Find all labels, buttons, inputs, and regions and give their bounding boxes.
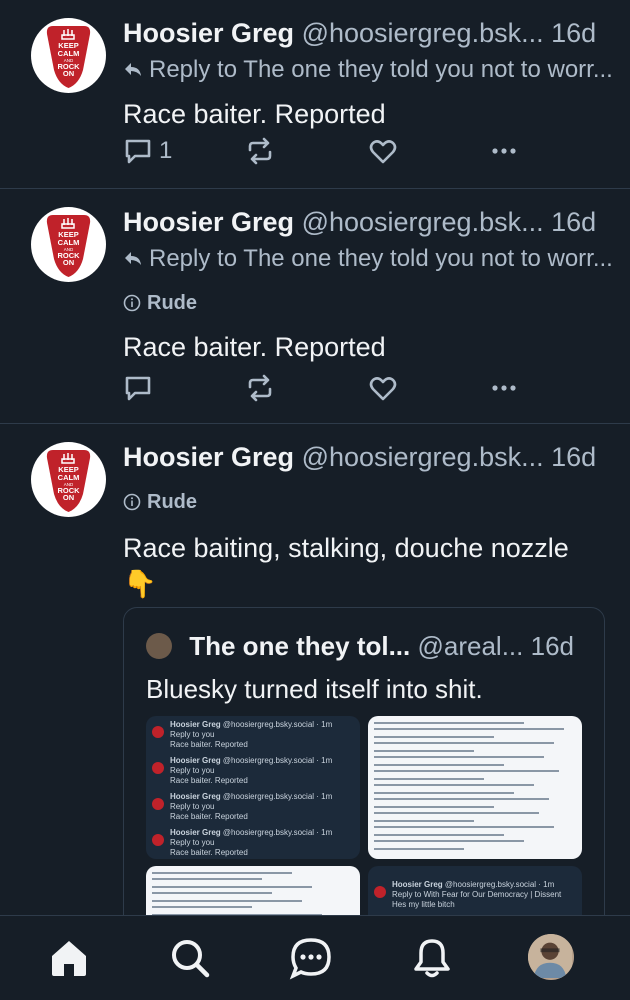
like-button[interactable] (368, 373, 398, 403)
reply-button[interactable]: 1 (123, 136, 172, 166)
svg-text:CALM: CALM (58, 473, 80, 482)
bottom-tab-bar (0, 915, 630, 1000)
svg-text:ON: ON (63, 69, 74, 78)
post-time[interactable]: 16d (551, 18, 596, 48)
search-icon (172, 940, 210, 978)
post-text: Race baiter. Reported (123, 99, 386, 129)
reply-to-line[interactable]: Reply to The one they told you not to wo… (123, 243, 616, 275)
reply-to-line[interactable]: Reply to The one they told you not to wo… (123, 54, 616, 86)
svg-text:ON: ON (63, 493, 74, 502)
tab-profile[interactable] (528, 934, 574, 980)
info-icon (123, 493, 141, 511)
reply-to-text: Reply to The one they told you not to wo… (149, 245, 613, 272)
avatar[interactable]: KEEP CALM AND ROCK ON (31, 207, 106, 282)
bell-icon (414, 939, 450, 978)
more-button[interactable] (489, 136, 519, 166)
moderation-label[interactable]: Rude (123, 488, 616, 516)
quote-author-handle[interactable]: @areal... (417, 631, 523, 661)
image-post-row: Hoosier Greg @hoosiergreg.bsky.social · … (152, 828, 354, 859)
author-handle[interactable]: @hoosiergreg.bsk... (302, 18, 544, 48)
post-1[interactable]: KEEP CALM AND ROCK ON Hoosier Greg @hoos… (0, 0, 630, 189)
post-header: Hoosier Greg @hoosiergreg.bsk... 16d (123, 440, 616, 474)
comment-icon (125, 139, 151, 164)
quoted-post[interactable]: The one they tol... @areal... 16d Bluesk… (123, 607, 605, 929)
avatar[interactable]: KEEP CALM AND ROCK ON (31, 442, 106, 517)
post-time[interactable]: 16d (551, 207, 596, 237)
repost-icon (248, 374, 272, 402)
author-name[interactable]: Hoosier Greg (123, 442, 294, 472)
moderation-label[interactable]: Rude (123, 289, 616, 317)
image-post-row: Hoosier Greg @hoosiergreg.bsky.social · … (374, 880, 576, 916)
image-post-row: Hoosier Greg @hoosiergreg.bsky.social · … (152, 756, 354, 792)
heart-icon (369, 140, 397, 164)
avatar[interactable]: KEEP CALM AND ROCK ON (31, 18, 106, 93)
quote-time[interactable]: 16d (531, 631, 574, 661)
label-text: Rude (147, 491, 197, 513)
post-header: Hoosier Greg @hoosiergreg.bsk... 16d (123, 205, 616, 239)
more-dots-icon (492, 148, 516, 154)
svg-text:CALM: CALM (58, 238, 80, 247)
author-handle[interactable]: @hoosiergreg.bsk... (302, 442, 544, 472)
keep-calm-avatar-image: KEEP CALM AND ROCK ON (46, 26, 91, 88)
text-list-screenshot (374, 722, 564, 850)
repost-button[interactable] (245, 373, 275, 403)
tab-chat[interactable] (289, 936, 333, 980)
post-time[interactable]: 16d (551, 442, 596, 472)
pointing-down-emoji: 👇 (123, 569, 157, 599)
home-icon (52, 941, 86, 976)
repost-button[interactable] (245, 136, 275, 166)
svg-text:ON: ON (63, 258, 74, 267)
author-name[interactable]: Hoosier Greg (123, 18, 294, 48)
reply-count: 1 (159, 137, 173, 164)
post-2[interactable]: KEEP CALM AND ROCK ON Hoosier Greg @hoos… (0, 189, 630, 424)
quote-image-1[interactable]: Hoosier Greg @hoosiergreg.bsky.social · … (146, 716, 360, 859)
post-header: Hoosier Greg @hoosiergreg.bsk... 16d (123, 16, 616, 50)
heart-icon (369, 377, 397, 401)
image-post-row: Hoosier Greg @hoosiergreg.bsky.social · … (152, 792, 354, 828)
post-text-body: Race baiting, stalking, douche nozzle (123, 533, 569, 563)
quote-author-name[interactable]: The one they tol... (189, 631, 410, 661)
chat-icon (289, 938, 331, 980)
tab-home[interactable] (47, 936, 91, 980)
keep-calm-avatar-image: KEEP CALM AND ROCK ON (46, 450, 91, 512)
post-text: Race baiting, stalking, douche nozzle 👇 (123, 530, 616, 602)
quote-header: The one they tol... @areal... 16d (146, 630, 584, 662)
tab-notifications[interactable] (410, 936, 454, 980)
more-button[interactable] (489, 373, 519, 403)
quote-text: Bluesky turned itself into shit. (146, 674, 483, 704)
more-dots-icon (492, 385, 516, 391)
like-button[interactable] (368, 136, 398, 166)
info-icon (123, 294, 141, 312)
reply-arrow-icon (125, 63, 141, 76)
keep-calm-avatar-image: KEEP CALM AND ROCK ON (46, 215, 91, 277)
tab-search[interactable] (168, 936, 212, 980)
label-text: Rude (147, 292, 197, 314)
quote-image-2[interactable] (368, 716, 582, 859)
quote-author-avatar[interactable] (146, 633, 172, 659)
post-text: Race baiter. Reported (123, 332, 386, 362)
reply-button[interactable] (123, 373, 153, 403)
profile-avatar (528, 934, 572, 978)
author-handle[interactable]: @hoosiergreg.bsk... (302, 207, 544, 237)
reply-to-text: Reply to The one they told you not to wo… (149, 56, 613, 83)
image-post-row: Hoosier Greg @hoosiergreg.bsky.social · … (152, 720, 354, 756)
reply-arrow-icon (125, 252, 141, 265)
comment-icon (125, 376, 151, 401)
svg-text:CALM: CALM (58, 49, 80, 58)
author-name[interactable]: Hoosier Greg (123, 207, 294, 237)
repost-icon (248, 137, 272, 165)
